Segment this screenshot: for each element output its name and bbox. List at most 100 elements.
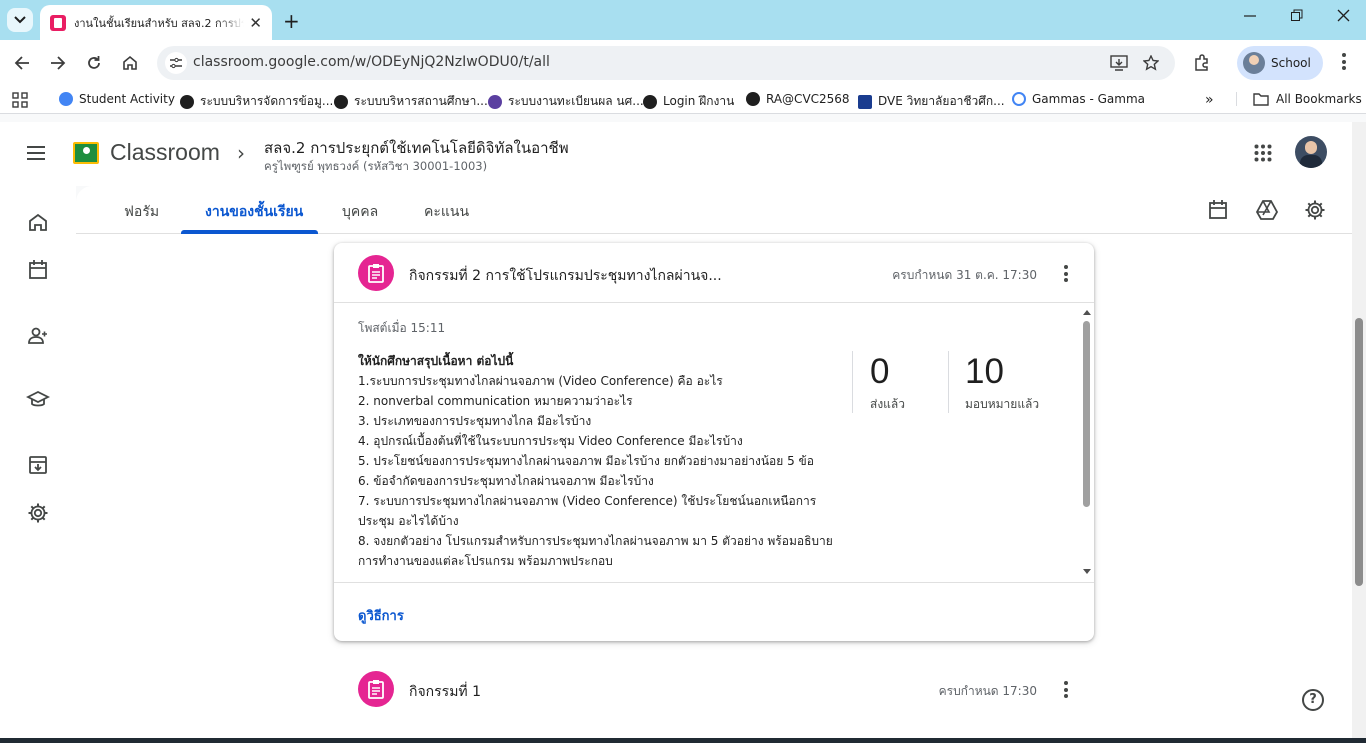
bookmark-item[interactable]: ระบบงานทะเบียนผล นศ.... xyxy=(488,92,648,111)
calendar-icon xyxy=(29,260,47,279)
card-scrollbar[interactable] xyxy=(1081,307,1093,579)
nav-archived[interactable] xyxy=(26,453,50,477)
more-bookmarks-button[interactable]: » xyxy=(1205,92,1214,108)
bookmark-item[interactable]: DVE วิทยาลัยอาชีวศึก... xyxy=(858,92,1005,111)
nav-teaching[interactable] xyxy=(26,388,50,412)
google-apps-button[interactable] xyxy=(1254,144,1272,162)
main-menu-button[interactable] xyxy=(26,145,46,161)
assigned-label: มอบหมายแล้ว xyxy=(965,397,1040,411)
assignment-title[interactable]: กิจกรรมที่ 2 การใช้โปรแกรมประชุมทางไกลผ่… xyxy=(409,265,722,287)
bookmark-label: ระบบบริหารสถานศึกษา... xyxy=(354,94,488,108)
bookmark-item[interactable]: RA@CVC2568 xyxy=(746,92,850,106)
app-name[interactable]: Classroom xyxy=(110,139,220,166)
browser-menu-button[interactable] xyxy=(1333,52,1355,74)
google-calendar-button[interactable] xyxy=(1206,198,1230,222)
browser-toolbar: classroom.google.com/w/ODEyNjQ2NzIwODU0/… xyxy=(0,40,1366,86)
tab-stream[interactable]: ฟอรัม xyxy=(124,201,159,223)
os-taskbar-edge xyxy=(0,738,1366,743)
install-app-button[interactable] xyxy=(1108,52,1130,74)
class-settings-button[interactable] xyxy=(1303,198,1327,222)
scroll-down-icon[interactable] xyxy=(1081,567,1093,577)
gear-icon xyxy=(1305,200,1325,220)
nav-settings[interactable] xyxy=(26,501,50,525)
bookmark-label: RA@CVC2568 xyxy=(766,92,850,106)
nav-enrolled[interactable] xyxy=(26,324,50,348)
instruction-line: 1.ระบบการประชุมทางไกลผ่านจอภาพ (Video Co… xyxy=(358,374,723,388)
class-title[interactable]: สลจ.2 การประยุกต์ใช้เทคโนโลยีดิจิทัลในอา… xyxy=(264,136,569,160)
graduation-cap-icon xyxy=(26,390,50,407)
scrollbar-thumb[interactable] xyxy=(1355,318,1363,586)
assignment-due-date: ครบกำหนด 31 ต.ค. 17:30 xyxy=(892,268,1037,282)
back-button[interactable] xyxy=(11,52,33,74)
nav-home[interactable] xyxy=(26,210,50,234)
tab-search-button[interactable] xyxy=(7,8,33,32)
home-button[interactable] xyxy=(119,52,141,74)
bookmark-item[interactable]: Login ฝึกงาน xyxy=(643,92,734,111)
people-icon xyxy=(28,327,47,344)
tune-icon xyxy=(170,57,182,69)
instruction-line: การทำงานของแต่ละโปรแกรม พร้อมภาพประกอบ xyxy=(358,554,613,568)
restore-button[interactable] xyxy=(1291,9,1303,23)
clipboard-icon xyxy=(368,680,384,699)
help-button[interactable]: ? xyxy=(1302,689,1324,711)
restore-icon xyxy=(1291,9,1303,21)
chevron-double-right-icon: » xyxy=(1205,92,1214,108)
address-bar[interactable]: classroom.google.com/w/ODEyNjQ2NzIwODU0/… xyxy=(157,46,1175,80)
bookmark-item[interactable]: Student Activity xyxy=(59,92,175,106)
reload-button[interactable] xyxy=(83,52,105,74)
forward-arrow-icon xyxy=(51,56,66,70)
scroll-up-icon[interactable] xyxy=(1081,307,1093,317)
nav-calendar[interactable] xyxy=(26,258,50,282)
site-info-button[interactable] xyxy=(165,52,187,74)
forward-button[interactable] xyxy=(47,52,69,74)
tab-close-icon[interactable]: ✕ xyxy=(249,14,262,32)
minimize-button[interactable] xyxy=(1244,9,1256,23)
archive-icon xyxy=(29,456,47,474)
classroom-favicon-icon xyxy=(50,14,66,31)
google-g-icon xyxy=(1012,92,1026,106)
all-bookmarks-button[interactable]: All Bookmarks xyxy=(1236,92,1362,106)
chevron-down-icon xyxy=(14,16,26,24)
divider xyxy=(852,351,853,413)
tab-people[interactable]: บุคคล xyxy=(342,201,378,223)
bookmarks-bar: Student Activity ระบบบริหารจัดการข้อมู..… xyxy=(0,86,1366,114)
extensions-button[interactable] xyxy=(1191,52,1213,74)
apps-shortcut-button[interactable] xyxy=(12,92,28,108)
dve-icon xyxy=(858,94,872,109)
view-instructions-link[interactable]: ดูวิธีการ xyxy=(358,605,404,626)
turned-in-count: 0 xyxy=(870,352,890,391)
profile-button[interactable]: School xyxy=(1237,46,1323,80)
assignment-title[interactable]: กิจกรรมที่ 1 xyxy=(409,681,481,703)
assignment-more-options-icon[interactable] xyxy=(1064,681,1068,701)
tab-classwork[interactable]: งานของชั้นเรียน xyxy=(205,201,303,223)
turned-in-stat[interactable]: 0 ส่งแล้ว xyxy=(870,351,905,413)
bookmark-item[interactable]: ระบบบริหารสถานศึกษา... xyxy=(334,92,488,111)
classroom-logo-icon[interactable] xyxy=(73,142,99,164)
instruction-line: 8. จงยกตัวอย่าง โปรแกรมสำหรับการประชุมทา… xyxy=(358,534,833,548)
drive-icon xyxy=(1255,200,1279,220)
assignment-more-options-icon[interactable] xyxy=(1064,265,1068,285)
close-window-button[interactable] xyxy=(1337,9,1350,23)
assignment-header[interactable]: กิจกรรมที่ 2 การใช้โปรแกรมประชุมทางไกลผ่… xyxy=(334,243,1094,303)
install-app-icon xyxy=(1110,55,1128,71)
bookmark-label: ระบบงานทะเบียนผล นศ.... xyxy=(508,94,648,108)
account-avatar[interactable] xyxy=(1295,136,1327,168)
classroom-header: Classroom › สลจ.2 การประยุกต์ใช้เทคโนโลย… xyxy=(0,122,1352,186)
calendar-icon xyxy=(1209,200,1227,219)
scrollbar-thumb[interactable] xyxy=(1083,321,1090,507)
minimize-icon xyxy=(1244,15,1256,17)
assigned-stat[interactable]: 10 มอบหมายแล้ว xyxy=(965,351,1039,413)
bookmark-item[interactable]: ระบบบริหารจัดการข้อมู... xyxy=(180,92,333,111)
globe-icon xyxy=(643,94,657,109)
browser-tab-active[interactable]: งานในชั้นเรียนสำหรับ สลจ.2 การประยุกต์ใช… xyxy=(40,5,272,40)
tab-grades[interactable]: คะแนน xyxy=(424,201,469,223)
bookmark-star-button[interactable] xyxy=(1140,52,1162,74)
profile-avatar xyxy=(1243,52,1265,74)
instruction-line: 4. อุปกรณ์เบื้องต้นที่ใช้ในระบบการประชุม… xyxy=(358,434,743,448)
assignment-icon xyxy=(358,255,394,291)
assignment-row[interactable]: กิจกรรมที่ 1 ครบกำหนด 17:30 xyxy=(334,668,1094,710)
page-scrollbar[interactable] xyxy=(1352,122,1366,743)
class-drive-folder-button[interactable] xyxy=(1255,198,1279,222)
new-tab-button[interactable]: + xyxy=(283,9,300,33)
bookmark-item[interactable]: Gammas - Gamma xyxy=(1012,92,1145,106)
